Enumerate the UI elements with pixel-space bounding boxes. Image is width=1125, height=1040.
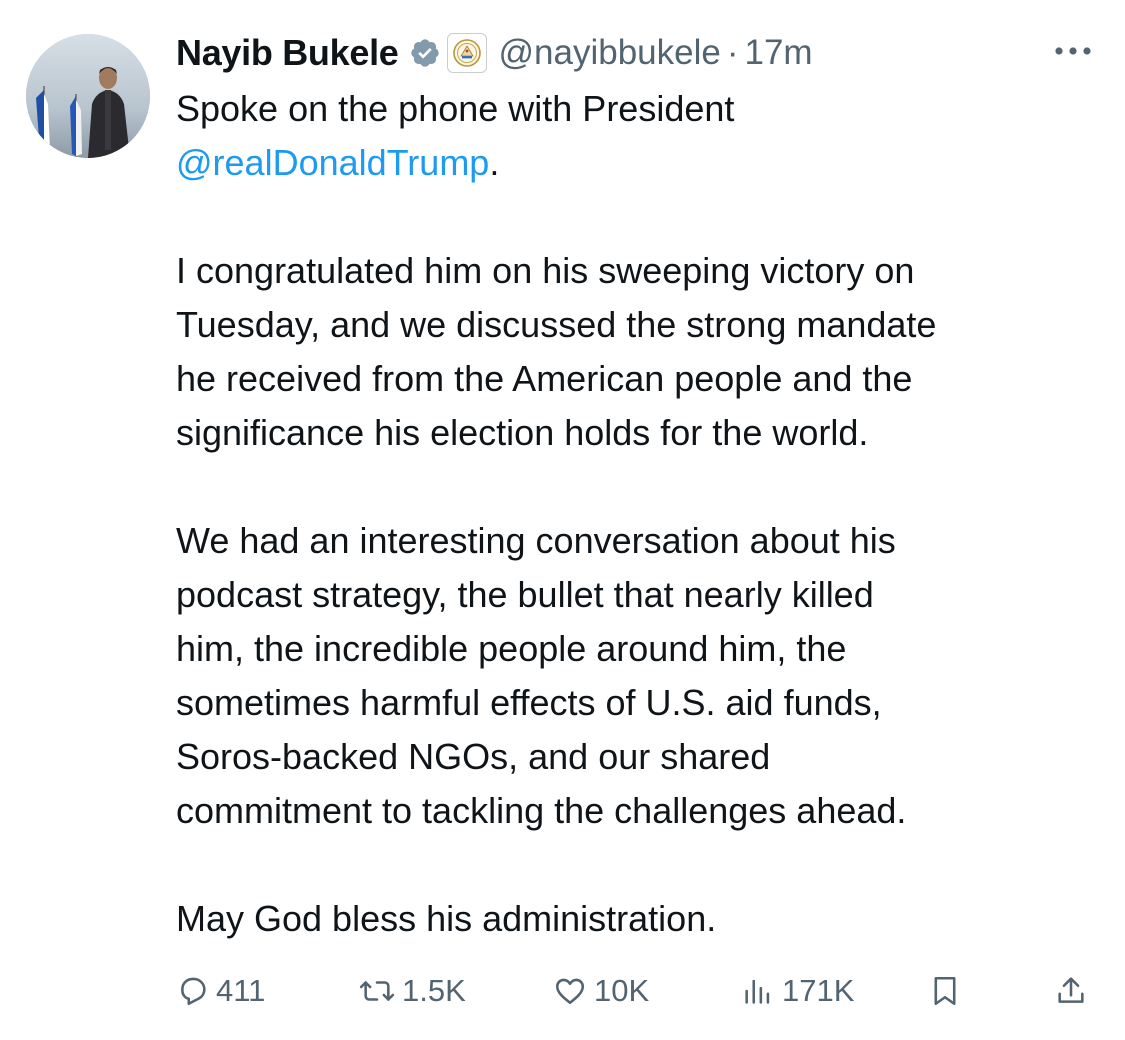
bookmark-icon (934, 976, 956, 1006)
tweet-line: he received from the American people and… (176, 358, 913, 399)
tweet-line: Soros-backed NGOs, and our shared (176, 736, 771, 777)
share-icon (1058, 977, 1084, 1003)
avatar[interactable] (26, 34, 150, 158)
tweet-line: I congratulated him on his sweeping vict… (176, 250, 915, 291)
like-icon (555, 978, 585, 1005)
display-name[interactable]: Nayib Bukele (176, 32, 399, 74)
mention-suffix: . (489, 142, 500, 183)
separator-dot: · (726, 33, 739, 72)
like-button[interactable]: 10K (552, 966, 649, 1016)
tweet-header: Nayib Bukele @nayibbukele · 17m (176, 30, 813, 76)
mention-link[interactable]: @realDonaldTrump (176, 142, 489, 183)
tweet-text: Spoke on the phone with President @realD… (176, 82, 1106, 946)
views-icon (745, 979, 770, 1004)
repost-button[interactable]: 1.5K (358, 966, 466, 1016)
share-button[interactable] (1054, 966, 1088, 1016)
timestamp[interactable]: 17m (745, 33, 813, 73)
tweet-line: Tuesday, and we discussed the strong man… (176, 304, 937, 345)
avatar-image (26, 34, 150, 158)
verified-badge-icon (409, 37, 441, 69)
repost-icon (359, 981, 395, 1001)
reply-count: 411 (216, 973, 266, 1008)
tweet-line: We had an interesting conversation about… (176, 520, 896, 561)
tweet-line: May God bless his administration. (176, 898, 717, 939)
tweet-line: Spoke on the phone with President (176, 88, 735, 129)
reply-icon (181, 977, 206, 1006)
tweet-line: him, the incredible people around him, t… (176, 628, 847, 669)
tweet-line: significance his election holds for the … (176, 412, 869, 453)
views-count: 171K (782, 973, 855, 1008)
tweet-line: commitment to tackling the challenges ah… (176, 790, 907, 831)
tweet-line-mention: @realDonaldTrump. (176, 136, 1106, 190)
like-count: 10K (594, 973, 650, 1008)
reply-button[interactable]: 411 (176, 966, 265, 1016)
el-salvador-seal-icon[interactable] (446, 33, 487, 73)
bookmark-button[interactable] (928, 966, 962, 1016)
action-bar: 411 1.5K 10K 171K (176, 966, 1096, 1016)
more-options-icon[interactable] (1051, 36, 1095, 66)
author-handle[interactable]: @nayibbukele (499, 33, 721, 73)
tweet-line: sometimes harmful effects of U.S. aid fu… (176, 682, 882, 723)
repost-count: 1.5K (402, 973, 466, 1008)
tweet-line: podcast strategy, the bullet that nearly… (176, 574, 874, 615)
views-button[interactable]: 171K (740, 966, 854, 1016)
